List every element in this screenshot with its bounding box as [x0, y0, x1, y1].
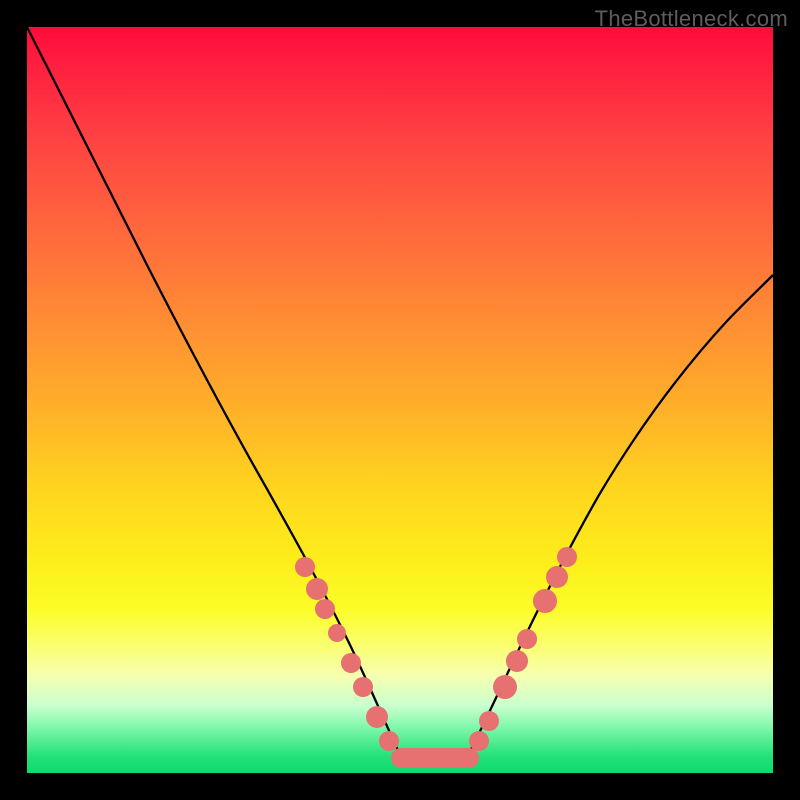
marker-dot [479, 711, 499, 731]
marker-dot [353, 677, 373, 697]
marker-dot [315, 599, 335, 619]
marker-dot [328, 624, 346, 642]
marker-dot [546, 566, 568, 588]
plot-area [27, 27, 773, 773]
watermark-text: TheBottleneck.com [595, 6, 788, 32]
marker-dot [469, 731, 489, 751]
marker-dot [306, 578, 328, 600]
curve-layer [27, 27, 773, 773]
chart-frame: TheBottleneck.com [0, 0, 800, 800]
marker-dot [517, 629, 537, 649]
marker-dot [493, 675, 517, 699]
marker-dot [506, 650, 528, 672]
marker-dot [341, 653, 361, 673]
curve-left [27, 27, 401, 757]
marker-dot [366, 706, 388, 728]
marker-dot [295, 557, 315, 577]
bottom-bar [391, 748, 479, 768]
marker-dot [533, 589, 557, 613]
marker-dot [557, 547, 577, 567]
marker-dot [379, 731, 399, 751]
